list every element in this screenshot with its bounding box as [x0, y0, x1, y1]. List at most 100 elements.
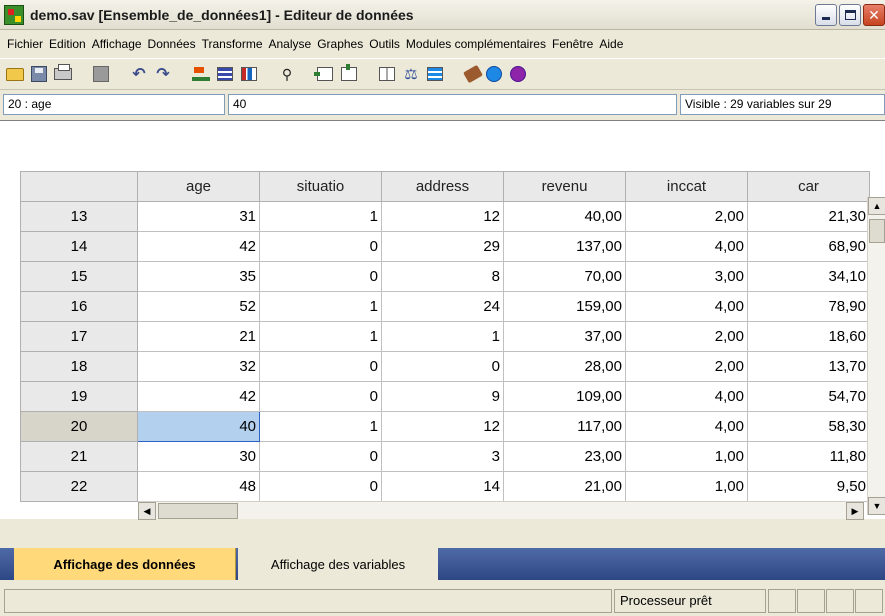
cell-value-input[interactable]: 40 [228, 94, 677, 115]
grid-cell[interactable]: 0 [259, 351, 382, 382]
grid-cell[interactable]: 12 [381, 411, 504, 442]
grid-cell[interactable]: 30 [137, 441, 260, 472]
scroll-right-button[interactable]: ▶ [846, 502, 864, 520]
row-header[interactable]: 16 [20, 291, 138, 322]
grid-cell[interactable]: 8 [381, 261, 504, 292]
column-header-revenu[interactable]: revenu [503, 171, 626, 202]
grid-cell[interactable]: 0 [259, 261, 382, 292]
menu-graphes[interactable]: Graphes [314, 37, 366, 51]
variables-button[interactable] [214, 63, 236, 85]
tab-variable-view[interactable]: Affichage des variables [238, 548, 438, 580]
row-header[interactable]: 20 [20, 411, 138, 442]
split-file-button[interactable] [376, 63, 398, 85]
grid-cell[interactable]: 58,30 [747, 411, 870, 442]
open-button[interactable] [4, 63, 26, 85]
horizontal-scrollbar[interactable]: ◀ ▶ [138, 501, 864, 520]
grid-cell[interactable]: 1,00 [625, 441, 748, 472]
menu-edition[interactable]: Edition [46, 37, 89, 51]
grid-cell[interactable]: 9,50 [747, 471, 870, 502]
row-header[interactable]: 13 [20, 201, 138, 232]
column-header-address[interactable]: address [381, 171, 504, 202]
row-header[interactable]: 17 [20, 321, 138, 352]
charts-button[interactable] [238, 63, 260, 85]
grid-cell[interactable]: 11,80 [747, 441, 870, 472]
grid-cell[interactable]: 2,00 [625, 321, 748, 352]
maximize-button[interactable] [839, 3, 861, 26]
find-button[interactable]: ⚲ [276, 63, 298, 85]
show-all-button[interactable] [510, 63, 532, 85]
tab-data-view[interactable]: Affichage des données [14, 548, 236, 580]
grid-cell[interactable]: 48 [137, 471, 260, 502]
row-header[interactable]: 19 [20, 381, 138, 412]
print-button[interactable] [52, 63, 74, 85]
grid-cell[interactable]: 3,00 [625, 261, 748, 292]
column-header-car[interactable]: car [747, 171, 870, 202]
scroll-up-button[interactable]: ▲ [868, 197, 885, 215]
grid-cell[interactable]: 42 [137, 381, 260, 412]
menu-aide[interactable]: Aide [596, 37, 626, 51]
goto-case-button[interactable] [190, 63, 212, 85]
grid-cell[interactable]: 1,00 [625, 471, 748, 502]
grid-cell[interactable]: 4,00 [625, 381, 748, 412]
grid-cell[interactable]: 137,00 [503, 231, 626, 262]
grid-cell[interactable]: 40 [137, 411, 260, 442]
select-cases-button[interactable] [424, 63, 446, 85]
minimize-button[interactable] [815, 3, 837, 26]
column-header-situatio[interactable]: situatio [259, 171, 382, 202]
save-button[interactable] [28, 63, 50, 85]
grid-cell[interactable]: 21,00 [503, 471, 626, 502]
menu-analyse[interactable]: Analyse [266, 37, 315, 51]
menu-outils[interactable]: Outils [366, 37, 403, 51]
grid-cell[interactable]: 42 [137, 231, 260, 262]
grid-cell[interactable]: 4,00 [625, 231, 748, 262]
grid-cell[interactable]: 4,00 [625, 411, 748, 442]
row-header[interactable]: 15 [20, 261, 138, 292]
grid-cell[interactable]: 35 [137, 261, 260, 292]
grid-cell[interactable]: 37,00 [503, 321, 626, 352]
use-sets-button[interactable] [486, 63, 508, 85]
column-header-age[interactable]: age [137, 171, 260, 202]
grid-cell[interactable]: 4,00 [625, 291, 748, 322]
grid-cell[interactable]: 0 [259, 381, 382, 412]
grid-cell[interactable]: 12 [381, 201, 504, 232]
grid-cell[interactable]: 21 [137, 321, 260, 352]
grid-cell[interactable]: 78,90 [747, 291, 870, 322]
column-header-inccat[interactable]: inccat [625, 171, 748, 202]
grid-cell[interactable]: 0 [381, 351, 504, 382]
grid-cell[interactable]: 159,00 [503, 291, 626, 322]
grid-cell[interactable]: 0 [259, 471, 382, 502]
grid-cell[interactable]: 14 [381, 471, 504, 502]
grid-cell[interactable]: 0 [259, 441, 382, 472]
undo-button[interactable]: ↶ [128, 63, 150, 85]
row-header[interactable]: 14 [20, 231, 138, 262]
row-header[interactable]: 22 [20, 471, 138, 502]
grid-cell[interactable]: 1 [381, 321, 504, 352]
grid-cell[interactable]: 1 [259, 411, 382, 442]
insert-case-button[interactable] [314, 63, 336, 85]
grid-corner[interactable] [20, 171, 138, 202]
grid-cell[interactable]: 24 [381, 291, 504, 322]
redo-button[interactable]: ↷ [152, 63, 174, 85]
insert-variable-button[interactable] [338, 63, 360, 85]
grid-cell[interactable]: 23,00 [503, 441, 626, 472]
grid-cell[interactable]: 1 [259, 321, 382, 352]
grid-cell[interactable]: 21,30 [747, 201, 870, 232]
scroll-left-button[interactable]: ◀ [138, 502, 156, 520]
grid-cell[interactable]: 0 [259, 231, 382, 262]
grid-cell[interactable]: 40,00 [503, 201, 626, 232]
menu-transforme[interactable]: Transforme [199, 37, 266, 51]
grid-cell[interactable]: 70,00 [503, 261, 626, 292]
menu-affichage[interactable]: Affichage [89, 37, 145, 51]
menu-modules[interactable]: Modules complémentaires [403, 37, 549, 51]
grid-cell[interactable]: 117,00 [503, 411, 626, 442]
dialog-recall-button[interactable] [90, 63, 112, 85]
grid-cell[interactable]: 34,10 [747, 261, 870, 292]
grid-cell[interactable]: 1 [259, 201, 382, 232]
grid-cell[interactable]: 54,70 [747, 381, 870, 412]
grid-cell[interactable]: 29 [381, 231, 504, 262]
vertical-scroll-thumb[interactable] [869, 219, 885, 243]
grid-cell[interactable]: 68,90 [747, 231, 870, 262]
grid-cell[interactable]: 9 [381, 381, 504, 412]
row-header[interactable]: 21 [20, 441, 138, 472]
scroll-down-button[interactable]: ▼ [868, 497, 885, 515]
